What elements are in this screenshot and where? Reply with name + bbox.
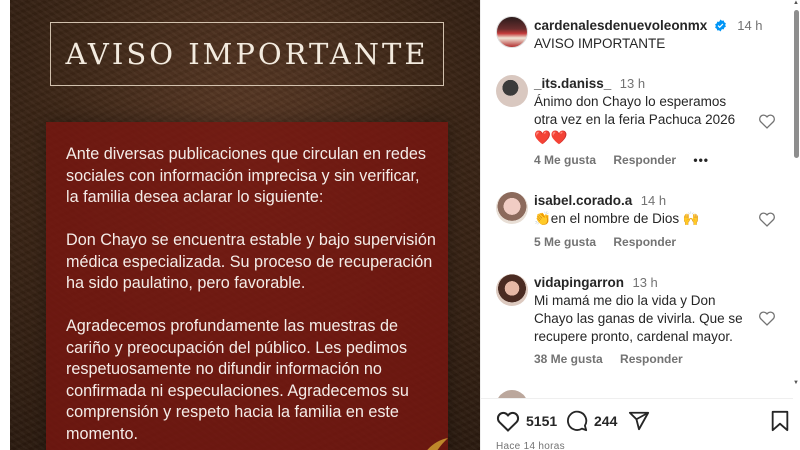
comment-item: isabel.corado.a 14 h 👏en el nombre de Di… — [496, 192, 786, 252]
notice-body: Ante diversas publicaciones que circulan… — [66, 144, 436, 450]
notice-paragraph: Agradecemos profundamente las muestras d… — [66, 317, 409, 443]
comment-item: vidapingarron 13 h Mi mamá me dio la vid… — [496, 274, 786, 374]
avatar[interactable] — [496, 390, 528, 398]
comment-user-line: _its.daniss_ 13 h — [534, 75, 645, 93]
comment-meta: 5 Me gusta Responder — [534, 235, 690, 249]
header-username[interactable]: cardenalesdenuevoleonmx — [534, 18, 707, 33]
comment-heart-icon[interactable] — [758, 211, 776, 227]
next-comment-peek — [496, 390, 528, 398]
comment-time: 13 h — [632, 275, 658, 290]
comment-time: 14 h — [640, 193, 667, 208]
comment-action[interactable]: 244 — [566, 410, 617, 432]
reply-button[interactable]: Responder — [613, 153, 676, 167]
actions-divider — [480, 398, 793, 399]
comment-user-line: isabel.corado.a 14 h — [534, 192, 666, 210]
heart-icon[interactable] — [496, 410, 520, 432]
post-header: cardenalesdenuevoleonmx 14 h AVISO IMPOR… — [496, 14, 786, 54]
comment-likes[interactable]: 5 Me gusta — [534, 235, 596, 249]
comment-text: Ánimo don Chayo lo esperamos otra vez en… — [534, 94, 736, 145]
comment-username[interactable]: _its.daniss_ — [534, 76, 611, 91]
comment-time: 13 h — [619, 76, 646, 91]
share-icon[interactable] — [628, 410, 650, 432]
scroll-up-arrow-icon[interactable]: ▲ — [793, 0, 799, 6]
more-options-icon[interactable]: ••• — [693, 153, 709, 167]
scroll-thumb[interactable] — [794, 10, 799, 158]
header-time: 14 h — [737, 18, 763, 33]
post-caption: AVISO IMPORTANTE — [534, 36, 666, 51]
action-bar: 5151 244 — [496, 410, 796, 436]
avatar[interactable] — [496, 274, 528, 306]
like-action[interactable]: 5151 — [496, 410, 557, 432]
comment-heart-icon[interactable] — [758, 310, 776, 326]
comments-scrollbar[interactable]: ▲ ▼ — [793, 0, 800, 388]
notice-paragraph: Don Chayo se encuentra estable y bajo su… — [66, 231, 436, 292]
notice-card: Ante diversas publicaciones que circulan… — [46, 122, 448, 450]
comment-username[interactable]: vidapingarron — [534, 275, 624, 290]
verified-badge-icon — [714, 19, 726, 32]
header-user-line: cardenalesdenuevoleonmx 14 h — [534, 17, 763, 35]
likes-count[interactable]: 5151 — [526, 413, 557, 429]
notice-title-frame: AVISO IMPORTANTE — [50, 22, 444, 86]
reply-button[interactable]: Responder — [613, 235, 676, 249]
post-image: AVISO IMPORTANTE Ante diversas publicaci… — [10, 0, 480, 450]
avatar[interactable] — [496, 192, 528, 224]
comment-item: _its.daniss_ 13 h Ánimo don Chayo lo esp… — [496, 75, 786, 170]
comment-meta: 38 Me gusta Responder — [534, 352, 697, 366]
post-timestamp: Hace 14 horas — [496, 441, 565, 450]
save-icon[interactable] — [770, 410, 790, 432]
share-action[interactable] — [628, 410, 650, 432]
page-backdrop — [0, 0, 10, 450]
comment-meta: 4 Me gusta Responder ••• — [534, 153, 723, 167]
scroll-down-arrow-icon[interactable]: ▼ — [793, 380, 799, 386]
comment-text: Mi mamá me dio la vida y Don Chayo las g… — [534, 293, 743, 344]
reply-button[interactable]: Responder — [620, 352, 683, 366]
save-action[interactable] — [770, 410, 790, 432]
comment-text: 👏en el nombre de Dios 🙌 — [534, 211, 700, 226]
avatar[interactable] — [496, 75, 528, 107]
avatar[interactable] — [496, 16, 528, 48]
comment-username[interactable]: isabel.corado.a — [534, 193, 632, 208]
comment-likes[interactable]: 4 Me gusta — [534, 153, 596, 167]
gold-flourish-icon — [427, 438, 448, 450]
comment-icon[interactable] — [566, 410, 588, 432]
notice-title: AVISO IMPORTANTE — [65, 37, 429, 71]
notice-paragraph: Ante diversas publicaciones que circulan… — [66, 145, 426, 206]
comment-heart-icon[interactable] — [758, 113, 776, 129]
comment-user-line: vidapingarron 13 h — [534, 274, 658, 292]
comments-count[interactable]: 244 — [594, 413, 617, 429]
comment-likes[interactable]: 38 Me gusta — [534, 352, 603, 366]
